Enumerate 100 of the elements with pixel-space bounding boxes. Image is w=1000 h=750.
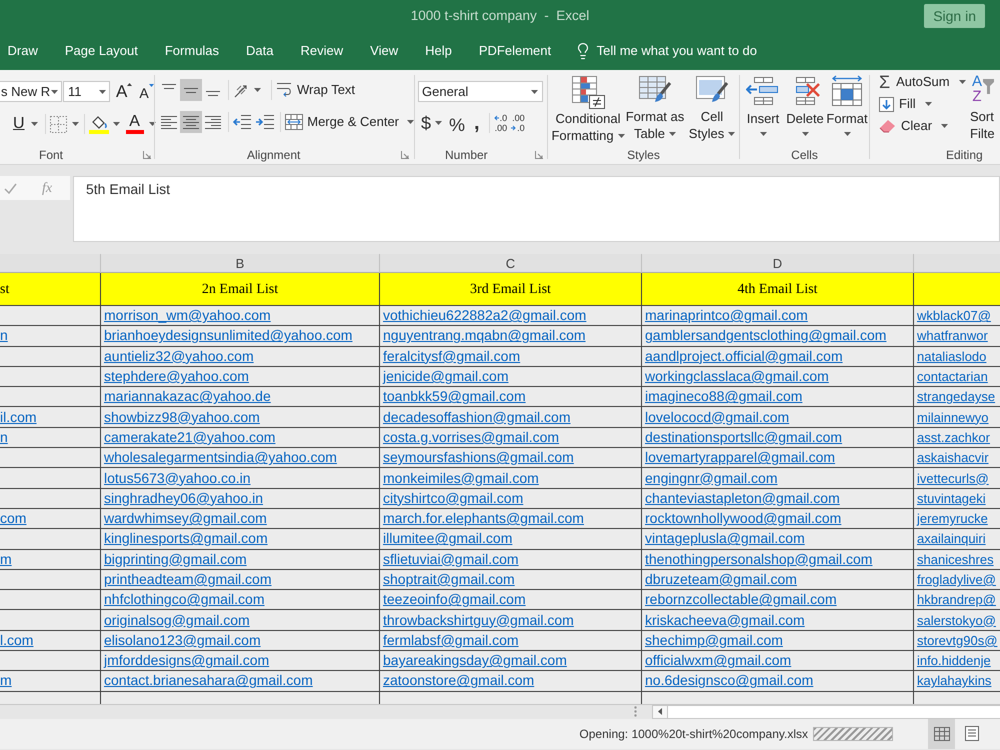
- email-link[interactable]: destinationsportsllc@gmail.com: [645, 428, 842, 446]
- wrap-text-button[interactable]: Wrap Text: [277, 79, 356, 101]
- dialog-launcher-icon[interactable]: [535, 150, 543, 158]
- email-link[interactable]: kaylahaykins: [917, 672, 992, 690]
- ribbon-tab[interactable]: Data: [232, 32, 288, 70]
- email-link[interactable]: frogladylive@: [917, 571, 996, 588]
- email-link[interactable]: singhradhey06@yahoo.in: [104, 490, 263, 507]
- number-format-dropdown[interactable]: General: [418, 81, 543, 102]
- email-link[interactable]: seymoursfashions@gmail.com: [383, 449, 574, 466]
- splitter-handle-icon[interactable]: [634, 706, 637, 718]
- email-link[interactable]: askaishacvir: [917, 449, 989, 466]
- email-link[interactable]: nguyentrang.mqabn@gmail.com: [383, 327, 586, 344]
- email-link[interactable]: lovemartyrapparel@gmail.com: [645, 449, 836, 466]
- font-color-button[interactable]: A: [126, 113, 156, 135]
- dialog-launcher-icon[interactable]: [143, 150, 151, 158]
- email-link[interactable]: contactarian: [917, 368, 988, 386]
- email-link[interactable]: elisolano123@gmail.com: [104, 632, 261, 649]
- font-name-dropdown[interactable]: s New R: [0, 81, 62, 102]
- format-button[interactable]: Format: [826, 74, 868, 145]
- borders-button[interactable]: [50, 113, 79, 135]
- email-link[interactable]: jenicide@gmail.com: [383, 368, 508, 386]
- email-link[interactable]: lotus5673@yahoo.co.in: [104, 470, 251, 487]
- email-link[interactable]: no.6designsco@gmail.com: [645, 672, 814, 690]
- email-link[interactable]: salerstokyo@: [917, 612, 996, 629]
- sign-in-button[interactable]: Sign in: [924, 4, 985, 28]
- font-size-dropdown[interactable]: 11: [63, 81, 110, 102]
- scroll-left-button[interactable]: [652, 704, 668, 719]
- email-link[interactable]: il.com: [0, 408, 37, 426]
- email-link[interactable]: kinglinesports@gmail.com: [104, 530, 268, 548]
- email-link[interactable]: gamblersandgentsclothing@gmail.com: [645, 327, 886, 344]
- email-link[interactable]: decadesoffashion@gmail.com: [383, 408, 571, 426]
- email-link[interactable]: stephdere@yahoo.com: [104, 368, 249, 386]
- email-link[interactable]: storevtg90s@: [917, 632, 998, 649]
- email-link[interactable]: march.for.elephants@gmail.com: [383, 510, 584, 528]
- email-link[interactable]: hkbrandrep@: [917, 591, 996, 608]
- email-link[interactable]: aandlproject.official@gmail.com: [645, 348, 843, 365]
- email-link[interactable]: jmforddesigns@gmail.com: [104, 652, 270, 670]
- email-link[interactable]: shoptrait@gmail.com: [383, 571, 515, 588]
- insert-function-button[interactable]: fx: [42, 178, 52, 198]
- clear-button[interactable]: Clear: [879, 115, 969, 137]
- email-link[interactable]: morrison_wm@yahoo.com: [104, 307, 271, 324]
- email-link[interactable]: rebornzcollectable@gmail.com: [645, 591, 837, 608]
- email-link[interactable]: n: [0, 327, 8, 344]
- email-link[interactable]: contact.brianesahara@gmail.com: [104, 672, 313, 690]
- email-link[interactable]: info.hiddenje: [917, 652, 991, 670]
- email-link[interactable]: brianhoeydesignsunlimited@yahoo.com: [104, 327, 352, 344]
- email-link[interactable]: com: [0, 510, 26, 528]
- email-link[interactable]: ivettecurls@: [917, 470, 989, 487]
- email-link[interactable]: feralcitysf@gmail.com: [383, 348, 520, 365]
- ribbon-tab[interactable]: Formulas: [151, 32, 233, 70]
- comma-style-button[interactable]: ,: [474, 112, 480, 134]
- check-icon[interactable]: [4, 182, 17, 194]
- email-link[interactable]: thenothingpersonalshop@gmail.com: [645, 550, 872, 568]
- email-link[interactable]: shechimp@gmail.com: [645, 632, 783, 649]
- email-link[interactable]: vintageplusla@gmail.com: [645, 530, 805, 548]
- fill-button[interactable]: Fill: [879, 93, 969, 115]
- email-link[interactable]: marinaprintco@gmail.com: [645, 307, 808, 324]
- email-link[interactable]: chanteviastapleton@gmail.com: [645, 490, 840, 507]
- ribbon-tab[interactable]: Review: [287, 32, 357, 70]
- email-link[interactable]: camerakate21@yahoo.com: [104, 428, 276, 446]
- email-link[interactable]: mariannakazac@yahoo.de: [104, 388, 271, 406]
- email-link[interactable]: costa.g.vorrises@gmail.com: [383, 428, 560, 446]
- email-link[interactable]: bayareakingsday@gmail.com: [383, 652, 567, 670]
- email-link[interactable]: fermlabsf@gmail.com: [383, 632, 519, 649]
- shrink-font-button[interactable]: A: [139, 81, 154, 102]
- conditional-formatting-button[interactable]: Conditional Formatting: [555, 75, 621, 144]
- email-link[interactable]: auntieliz32@yahoo.com: [104, 348, 254, 365]
- email-link[interactable]: stuvintageki: [917, 490, 986, 507]
- email-link[interactable]: workingclasslaca@gmail.com: [645, 368, 829, 386]
- email-link[interactable]: m: [0, 550, 12, 568]
- dialog-launcher-icon[interactable]: [401, 150, 409, 158]
- percent-button[interactable]: %: [449, 112, 466, 134]
- email-link[interactable]: zatoonstore@gmail.com: [383, 672, 534, 690]
- increase-decimal-button[interactable]: .0 .00: [494, 112, 508, 134]
- email-link[interactable]: originalsog@gmail.com: [104, 612, 250, 629]
- email-link[interactable]: rocktownhollywood@gmail.com: [645, 510, 842, 528]
- email-link[interactable]: axailainquiri: [917, 530, 986, 548]
- ribbon-tab[interactable]: Draw: [0, 32, 52, 70]
- ribbon-tab[interactable]: PDFelement: [465, 32, 565, 70]
- email-link[interactable]: strangedayse: [917, 388, 996, 406]
- email-link[interactable]: teezeoinfo@gmail.com: [383, 591, 526, 608]
- cell-styles-button[interactable]: Cell Styles: [689, 75, 735, 142]
- email-link[interactable]: jeremyrucke: [917, 510, 988, 528]
- currency-button[interactable]: $: [421, 112, 442, 134]
- grow-font-button[interactable]: A: [116, 81, 132, 102]
- autosum-button[interactable]: Σ AutoSum: [879, 71, 969, 93]
- email-link[interactable]: cityshirtco@gmail.com: [383, 490, 524, 507]
- email-link[interactable]: imagineco88@gmail.com: [645, 388, 802, 406]
- email-link[interactable]: m: [0, 672, 12, 690]
- email-link[interactable]: wkblack07@: [917, 307, 991, 324]
- insert-button[interactable]: Insert: [742, 74, 784, 145]
- email-link[interactable]: wardwhimsey@gmail.com: [104, 510, 267, 528]
- email-link[interactable]: throwbackshirtguy@gmail.com: [383, 612, 574, 629]
- email-link[interactable]: sflietuviai@gmail.com: [383, 550, 519, 568]
- merge-center-button[interactable]: Merge & Center: [285, 111, 414, 133]
- sort-filter-button[interactable]: A Z Sort Filte: [969, 70, 1000, 142]
- email-link[interactable]: l.com: [0, 632, 34, 649]
- email-link[interactable]: asst.zachkor: [917, 428, 990, 446]
- email-link[interactable]: milainnewyo: [917, 408, 989, 426]
- horizontal-align-button[interactable]: [180, 111, 202, 133]
